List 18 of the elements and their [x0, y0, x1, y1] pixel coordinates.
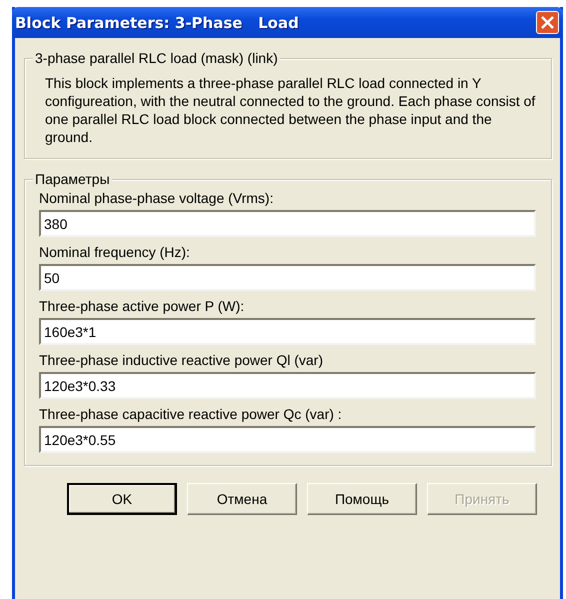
field-label: Nominal phase-phase voltage (Vrms):	[39, 189, 274, 207]
description-text: This block implements a three-phase parallel RLC load connected in Y configureation, with the neutral connected to the ground. Each phase consist of one parallel RLC load block connected between the phase input and the ground.	[45, 74, 536, 146]
window-title: Block Parameters: 3-Phase Load	[15, 14, 299, 32]
dialog-button[interactable]: OK	[67, 483, 177, 515]
field-label: Three-phase active power P (W):	[39, 297, 246, 315]
dialog-button[interactable]: Отмена	[187, 483, 297, 515]
input-field[interactable]: 120e3*0.55	[39, 426, 536, 453]
field-label: Nominal frequency (Hz):	[39, 243, 191, 261]
group-title: 3-phase parallel RLC load (mask) (link)	[33, 50, 280, 66]
close-icon[interactable]	[536, 11, 559, 34]
group-title: Параметры	[33, 171, 112, 187]
dialog-button[interactable]: Помощь	[307, 483, 417, 515]
input-field[interactable]: 380	[39, 210, 536, 237]
field-label: Three-phase inductive reactive power Ql (var)	[39, 351, 324, 369]
field-label: Three-phase capacitive reactive power Qc (var) :	[39, 405, 343, 423]
input-field[interactable]: 50	[39, 264, 536, 291]
input-field[interactable]: 120e3*0.33	[39, 372, 536, 399]
input-field[interactable]: 160e3*1	[39, 318, 536, 345]
